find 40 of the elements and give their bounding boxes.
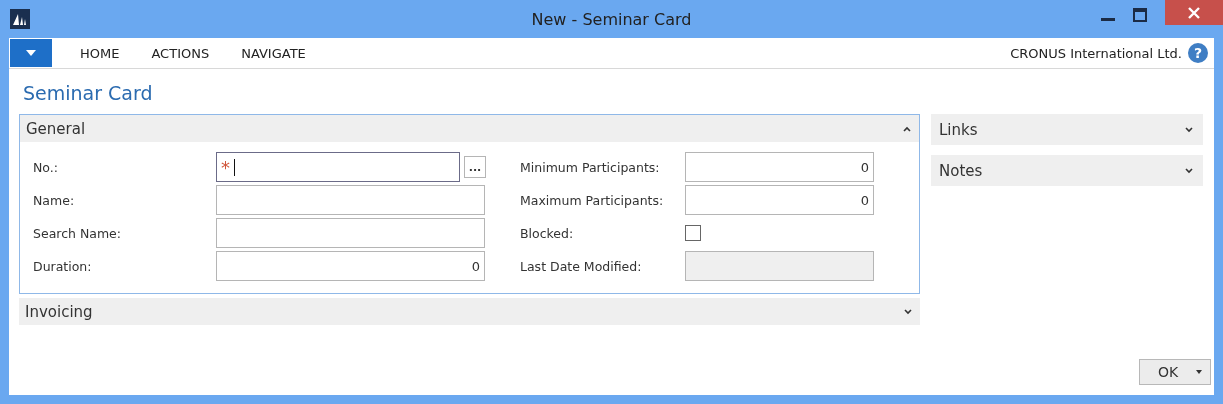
input-field[interactable]: 0 [685,185,874,215]
lookup-button[interactable]: ... [464,156,486,178]
field-label: Search Name: [32,225,122,241]
factbox-title: Links [939,120,978,139]
input-field[interactable] [216,218,485,248]
maximize-icon[interactable] [1133,8,1147,22]
factbox-header[interactable]: Notes [931,155,1203,186]
field-label: Minimum Participants: [520,159,661,175]
app-logo-icon [10,9,30,29]
fasttab-title: General [26,119,86,138]
field-label: No.: [32,159,59,175]
caret-icon [26,49,36,57]
required-marker: * [221,156,230,178]
ribbon-tab[interactable]: HOME [64,45,136,61]
field-label: Name: [32,192,76,208]
field-label: Last Date Modified: [520,258,643,274]
input-field[interactable]: * [216,152,460,182]
ribbon-tab[interactable]: NAVIGATE [225,45,322,61]
field-label: Duration: [32,258,93,274]
input-field[interactable] [216,185,485,215]
fasttab-header[interactable]: General [20,115,919,142]
help-button[interactable]: ? [1188,43,1208,63]
company-name: CRONUS International Ltd. [1010,45,1182,61]
close-icon [1188,6,1200,19]
close-button[interactable] [1165,0,1223,25]
window-title: New - Seminar Card [530,9,693,29]
input-field[interactable]: 0 [216,251,485,281]
input-field[interactable]: 0 [685,152,874,182]
ribbon-tab[interactable]: ACTIONS [135,45,226,61]
ok-button[interactable]: OK [1139,359,1211,385]
factbox-header[interactable]: Links [931,114,1203,145]
caret-icon [1196,370,1202,374]
checkbox[interactable] [685,225,701,241]
page-title: Seminar Card [23,82,154,104]
field-label: Maximum Participants: [520,192,665,208]
app-menu-button[interactable] [10,39,52,67]
fasttab-title: Invoicing [25,302,93,321]
fasttab-header[interactable]: Invoicing [19,298,920,325]
factbox-title: Notes [939,161,983,180]
field-label: Blocked: [520,225,575,241]
